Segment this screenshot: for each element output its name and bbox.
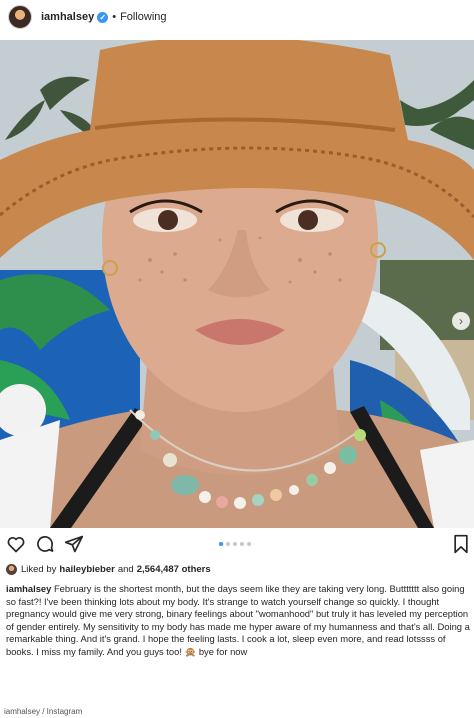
header-separator: • — [112, 11, 117, 23]
following-button[interactable]: Following — [120, 11, 166, 23]
action-bar — [0, 532, 474, 558]
share-icon[interactable] — [64, 534, 84, 554]
carousel-dot — [233, 542, 237, 546]
post-caption: iamhalsey February is the shortest month… — [6, 583, 470, 659]
post-photo[interactable]: › — [0, 40, 474, 528]
verified-badge-icon: ✓ — [97, 11, 109, 23]
carousel-dot — [240, 542, 244, 546]
carousel-next-button[interactable]: › — [452, 312, 470, 330]
likes-summary: Liked by haileybieber and 2,564,487 othe… — [6, 562, 214, 576]
bookmark-icon[interactable] — [452, 534, 472, 554]
carousel-indicator — [219, 542, 251, 546]
avatar[interactable] — [8, 5, 32, 29]
liker-username-link[interactable]: haileybieber — [59, 564, 114, 575]
selfie-image — [0, 40, 474, 528]
photo-credit: iamhalsey / Instagram — [4, 707, 83, 716]
caption-username-link[interactable]: iamhalsey — [6, 583, 51, 594]
username-link[interactable]: iamhalsey — [41, 11, 94, 23]
likes-connector: and — [117, 563, 134, 575]
likes-count-link[interactable]: 2,564,487 others — [137, 564, 211, 575]
post-header: iamhalsey ✓ • Following — [0, 0, 474, 34]
carousel-dot — [226, 542, 230, 546]
likes-prefix: Liked by — [21, 563, 57, 575]
heart-icon[interactable] — [6, 534, 26, 554]
caption-text: February is the shortest month, but the … — [6, 583, 470, 657]
carousel-dot — [247, 542, 251, 546]
liker-avatar[interactable] — [6, 563, 17, 575]
comment-icon[interactable] — [35, 534, 55, 554]
carousel-dot — [219, 542, 223, 546]
